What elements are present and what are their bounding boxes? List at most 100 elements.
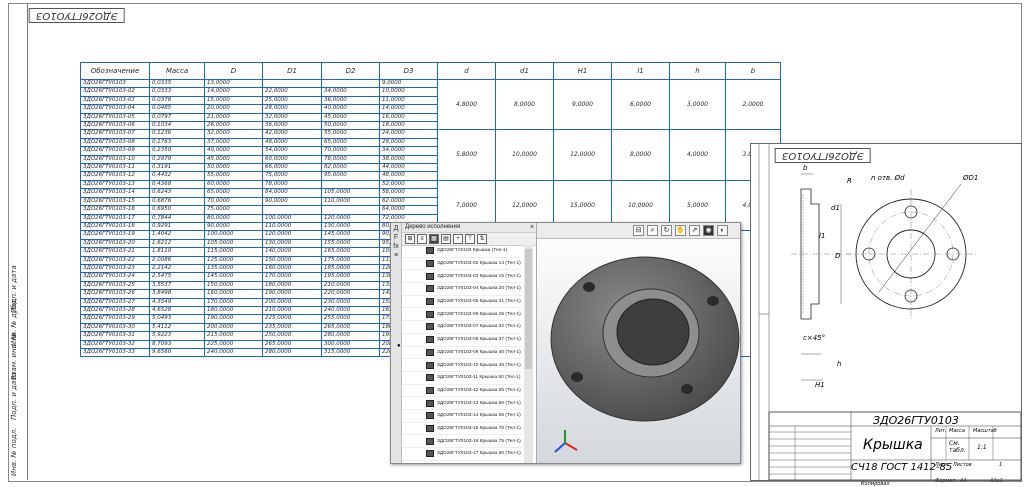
table-cell: 66,0000 bbox=[262, 163, 322, 173]
panel-tab-4[interactable]: ≡ bbox=[391, 252, 401, 259]
tree-item[interactable]: ЗДО26ГТУ0103-18 Крышка 90 (Тел-1) bbox=[402, 461, 522, 463]
part-icon bbox=[426, 399, 434, 407]
table-cell: 185,0000 bbox=[321, 263, 380, 274]
sort-icon[interactable]: ⇅ bbox=[477, 234, 487, 244]
collapse-icon[interactable]: ⊟ bbox=[633, 225, 644, 236]
kompas-window: Д F fx ≡ Дерево исполнения × ⊞ ≡ ▦ ▤ + ⊤… bbox=[390, 222, 741, 464]
tree-scrollbar[interactable] bbox=[524, 245, 533, 463]
table-group-cell: 3,0000 bbox=[669, 78, 726, 131]
execution-tree-panel: Дерево исполнения × ⊞ ≡ ▦ ▤ + ⊤ ⇅ ЗДО26Г… bbox=[402, 223, 537, 463]
tree-item[interactable]: ЗДО26ГТУ0103-05 Крышка 21 (Тел-1) bbox=[402, 296, 522, 309]
tree-item-label: ЗДО26ГТУ0103-07 Крышка 32 (Тел-1) bbox=[437, 324, 521, 330]
part-icon bbox=[426, 348, 434, 356]
tree-item[interactable]: ЗДО26ГТУ0103-17 Крышка 80 (Тел-1) bbox=[402, 448, 522, 461]
table-cell: 52,0000 bbox=[379, 179, 438, 190]
tree-item[interactable]: ЗДО26ГТУ0103-13 Крышка 60 (Тел-1) bbox=[402, 397, 522, 410]
table-cell: 50,0000 bbox=[321, 121, 380, 131]
table-cell: 90,0000 bbox=[262, 196, 322, 207]
rotate-icon[interactable]: ↻ bbox=[661, 225, 672, 236]
tree-item[interactable]: ЗДО26ГТУ0103-03 Крышка 15 (Тел-1) bbox=[402, 270, 522, 284]
tree-item[interactable]: ЗДО26ГТУ0103-04 Крышка 20 (Тел-1) bbox=[402, 283, 522, 296]
orient-icon[interactable]: ⇗ bbox=[689, 225, 700, 236]
scroll-thumb[interactable] bbox=[525, 249, 532, 369]
tree-item[interactable]: ЗДО26ГТУ0103-16 Крышка 75 (Тел-1) bbox=[402, 435, 522, 448]
tree-item[interactable]: ЗДО26ГТУ0103-10 Крышка 45 (Тел-1) bbox=[402, 359, 522, 372]
table-cell: ЗДО26ГТУ0103-12 bbox=[80, 171, 150, 181]
list-view-icon[interactable]: ≡ bbox=[417, 234, 427, 244]
add-icon[interactable]: + bbox=[453, 234, 463, 244]
table-cell: 15,0000 bbox=[204, 95, 263, 106]
stamp-label-5: Подп. и дата bbox=[10, 265, 18, 313]
model-viewport[interactable]: ⊟ ⌕ ↻ ✋ ⇗ ◉ ◐ bbox=[537, 223, 740, 463]
table-cell: 16,0000 bbox=[379, 112, 438, 123]
table-cell: ЗДО26ГТУ0103-05 bbox=[80, 112, 150, 123]
tree-item[interactable]: ЗДО26ГТУ0103-02 Крышка 14 (Тел-1) bbox=[402, 258, 522, 271]
table-cell: 55,0000 bbox=[321, 129, 380, 139]
table-cell: 195,0000 bbox=[321, 272, 380, 282]
table-cell: 26,0000 bbox=[204, 121, 263, 131]
table-group-cell: 2,0000 bbox=[725, 78, 781, 131]
table-cell: ЗДО26ГТУ0103-23 bbox=[80, 263, 150, 274]
tree-item[interactable]: ЗДО26ГТУ0103-14 Крышка 65 (Тел-1) bbox=[402, 410, 522, 423]
table-cell: 0,1236 bbox=[149, 129, 205, 139]
table-cell: 5,4112 bbox=[149, 322, 205, 333]
tree-item[interactable]: ЗДО26ГТУ0103-07 Крышка 32 (Тел-1) bbox=[402, 321, 522, 334]
table-cell: 40,0000 bbox=[321, 104, 380, 114]
table-cell: 20,0000 bbox=[204, 104, 263, 114]
table-cell: 70,0000 bbox=[204, 196, 263, 207]
table-row: ЗДО26ГТУ0103-07 0,1236 32,0000 42,0000 55,00… bbox=[80, 129, 781, 181]
table-cell: 37,0000 bbox=[204, 137, 263, 148]
title-scale: Масштаб bbox=[973, 428, 997, 434]
tree-item[interactable]: ЗДО26ГТУ0103 Крышка (Тел-1) bbox=[402, 245, 522, 258]
tree-item[interactable]: ЗДО26ГТУ0103-12 Крышка 55 (Тел-1) bbox=[402, 385, 522, 398]
display-mode-icon[interactable]: ◉ bbox=[703, 225, 714, 236]
table-cell: 145,0000 bbox=[204, 272, 263, 282]
col-header: d1 bbox=[495, 62, 554, 80]
table-cell: 44,0000 bbox=[379, 163, 438, 173]
table-cell: 64,0000 bbox=[379, 205, 438, 215]
tree-item[interactable]: ЗДО26ГТУ0103-11 Крышка 50 (Тел-1) bbox=[402, 372, 522, 385]
table-group-cell: 9,0000 bbox=[553, 78, 612, 131]
table-cell: 10,0000 bbox=[379, 87, 438, 97]
table-cell: 225,0000 bbox=[204, 339, 263, 350]
tree-item-label: ЗДО26ГТУ0103-08 Крышка 37 (Тел-1) bbox=[437, 337, 521, 343]
table-cell: 210,0000 bbox=[321, 280, 380, 291]
table-cell: 160,0000 bbox=[204, 289, 263, 299]
col-header: b bbox=[725, 62, 781, 80]
table-cell: 65,0000 bbox=[321, 137, 380, 148]
col-header: Обозначение bbox=[80, 62, 150, 80]
panel-tab-3[interactable]: fx bbox=[391, 243, 401, 250]
hierarchy-icon[interactable]: ⊤ bbox=[465, 234, 475, 244]
table-cell: 100,0000 bbox=[262, 213, 322, 223]
flange-bore bbox=[616, 298, 690, 366]
table-cell: 0,7844 bbox=[149, 213, 205, 223]
tree-item[interactable]: ЗДО26ГТУ0103-09 Крышка 40 (Тел-1) bbox=[402, 347, 522, 360]
zoom-icon[interactable]: ⌕ bbox=[647, 225, 658, 236]
tree-item[interactable]: ЗДО26ГТУ0103-15 Крышка 70 (Тел-1) bbox=[402, 423, 522, 436]
tree-item-label: ЗДО26ГТУ0103-10 Крышка 45 (Тел-1) bbox=[437, 362, 521, 368]
panel-tab-2[interactable]: F bbox=[391, 234, 401, 241]
table-cell: 230,0000 bbox=[321, 297, 380, 307]
pan-icon[interactable]: ✋ bbox=[675, 225, 686, 236]
close-icon[interactable]: × bbox=[530, 223, 534, 232]
table-cell: 225,0000 bbox=[262, 314, 322, 324]
section-icon[interactable]: ◐ bbox=[717, 225, 728, 236]
table-cell: 62,0000 bbox=[379, 196, 438, 207]
tree-item[interactable]: ЗДО26ГТУ0103-06 Крышка 26 (Тел-1) bbox=[402, 308, 522, 322]
part-icon bbox=[426, 412, 434, 420]
tree-view-icon[interactable]: ⊞ bbox=[405, 234, 415, 244]
table-cell: 4,6528 bbox=[149, 305, 205, 316]
current-row-marker: ● bbox=[397, 343, 401, 349]
table-cell: 90,0000 bbox=[204, 221, 263, 232]
table-cell: 45,0000 bbox=[204, 154, 263, 165]
grid-icon[interactable]: ▤ bbox=[441, 234, 451, 244]
table-cell: 155,0000 bbox=[321, 238, 380, 249]
tree-item[interactable]: ЗДО26ГТУ0103-08 Крышка 37 (Тел-1) bbox=[402, 334, 522, 347]
table-cell: 40,0000 bbox=[204, 146, 263, 156]
table-view-icon[interactable]: ▦ bbox=[429, 234, 439, 244]
part-icon bbox=[426, 323, 434, 331]
tree-item-label: ЗДО26ГТУ0103-05 Крышка 21 (Тел-1) bbox=[437, 299, 521, 305]
table-cell: 14,0000 bbox=[379, 104, 438, 114]
panel-tab-1[interactable]: Д bbox=[391, 225, 401, 232]
table-cell: 0,4368 bbox=[149, 179, 205, 190]
